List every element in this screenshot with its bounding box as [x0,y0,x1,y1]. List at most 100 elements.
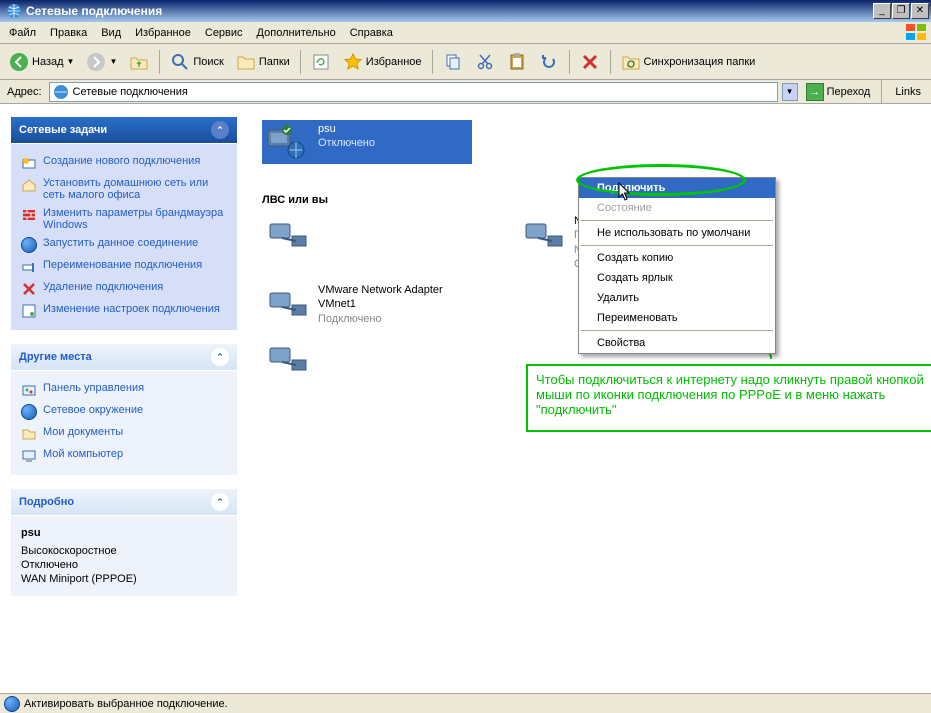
link-network-places[interactable]: Сетевое окружение [21,401,227,423]
computer-icon [21,448,37,464]
ctx-properties[interactable]: Свойства [579,333,775,353]
addressbar: Адрес: Сетевые подключения ▼ → Переход L… [0,80,931,104]
up-button[interactable] [124,48,154,76]
home-network-icon [21,177,37,193]
copy-button[interactable] [438,48,468,76]
menu-service[interactable]: Сервис [198,24,250,42]
windows-flag-icon [905,23,929,43]
menu-view[interactable]: Вид [94,24,128,42]
link-my-computer[interactable]: Мой компьютер [21,445,227,467]
minimize-button[interactable]: _ [873,3,891,19]
clipboard-icon [507,52,527,72]
folders-label: Папки [259,56,290,68]
details-device: WAN Miniport (PPPOE) [21,572,227,586]
lan-icon [264,214,312,254]
cut-button[interactable] [470,48,500,76]
paste-button[interactable] [502,48,532,76]
window-title: Сетевые подключения [26,4,872,18]
delete-button[interactable] [575,48,605,76]
conn-status: Отключено [318,136,375,150]
go-button[interactable]: → Переход [802,82,875,102]
undo-button[interactable] [534,48,564,76]
status-text: Активировать выбранное подключение. [24,698,228,710]
go-label: Переход [827,86,871,98]
ctx-delete[interactable]: Удалить [579,288,775,308]
collapse-icon[interactable]: ⌃ [211,121,229,139]
menu-help[interactable]: Справка [343,24,400,42]
details-status: Отключено [21,558,227,572]
links-label[interactable]: Links [889,86,927,98]
task-delete[interactable]: Удаление подключения [21,278,227,300]
menu-edit[interactable]: Правка [43,24,94,42]
scissors-icon [475,52,495,72]
address-label: Адрес: [4,86,45,98]
menu-advanced[interactable]: Дополнительно [250,24,343,42]
connection-lan-hidden2[interactable] [262,336,310,380]
toolbar: Назад ▼ ▼ Поиск Папки Избранное Синхрони… [0,44,931,80]
ctx-nodefault[interactable]: Не использовать по умолчани [579,223,775,243]
statusbar: Активировать выбранное подключение. [0,693,931,713]
close-button[interactable]: ✕ [911,3,929,19]
details-type: Высокоскоростное [21,544,227,558]
undo-icon [539,52,559,72]
network-icon [53,84,69,100]
search-label: Поиск [193,56,223,68]
x-icon [580,52,600,72]
folders-button[interactable]: Папки [231,48,295,76]
refresh-icon [311,52,331,72]
star-icon [343,52,363,72]
lan-icon [520,214,568,254]
link-control-panel[interactable]: Панель управления [21,379,227,401]
folder-up-icon [129,52,149,72]
panel-title: Подробно [19,496,74,508]
task-rename[interactable]: Переименование подключения [21,256,227,278]
forward-button[interactable]: ▼ [81,48,122,76]
task-firewall[interactable]: Изменить параметры брандмауэра Windows [21,204,227,234]
collapse-icon[interactable]: ⌃ [211,493,229,511]
sidebar: Сетевые задачи ⌃ Создание нового подключ… [0,104,248,693]
task-start-connection[interactable]: Запустить данное соединение [21,234,227,256]
copy-icon [443,52,463,72]
content-area: psu Отключено ЛВС или вы Nvidia Подключе… [248,104,931,693]
back-button[interactable]: Назад ▼ [4,48,79,76]
lan-icon [264,283,312,323]
link-my-documents[interactable]: Мои документы [21,423,227,445]
annotation-text: Чтобы подключиться к интернету надо клик… [526,364,931,432]
favorites-label: Избранное [366,56,422,68]
network-icon [6,3,22,19]
search-button[interactable]: Поиск [165,48,228,76]
panel-title: Другие места [19,351,92,363]
globe-icon [4,696,20,712]
sync-label: Синхронизация папки [644,56,756,68]
conn-name: VMware Network Adapter VMnet1 [318,283,470,312]
address-value: Сетевые подключения [73,86,188,98]
connection-lan-hidden1[interactable] [262,212,310,273]
address-input[interactable]: Сетевые подключения [49,82,778,102]
task-properties[interactable]: Изменение настроек подключения [21,300,227,322]
sync-button[interactable]: Синхронизация папки [616,48,761,76]
ctx-connect[interactable]: Подключить [579,178,775,198]
connection-vmware[interactable]: VMware Network Adapter VMnet1 Подключено [262,281,472,328]
panel-title: Сетевые задачи [19,124,107,136]
connection-psu[interactable]: psu Отключено [262,120,472,164]
maximize-button[interactable]: ❐ [892,3,910,19]
connection-icon [264,122,312,162]
favorites-button[interactable]: Избранное [338,48,427,76]
menu-file[interactable]: Файл [2,24,43,42]
panel-details: Подробно ⌃ psu Высокоскоростное Отключен… [10,488,238,597]
collapse-icon[interactable]: ⌃ [211,348,229,366]
task-new-connection[interactable]: Создание нового подключения [21,152,227,174]
properties-icon [21,303,37,319]
search-icon [170,52,190,72]
rename-icon [21,259,37,275]
conn-name: psu [318,122,375,136]
address-dropdown[interactable]: ▼ [782,83,798,101]
refresh-button[interactable] [306,48,336,76]
panel-network-tasks: Сетевые задачи ⌃ Создание нового подключ… [10,116,238,331]
ctx-copy[interactable]: Создать копию [579,248,775,268]
ctx-rename[interactable]: Переименовать [579,308,775,328]
go-icon: → [806,83,824,101]
ctx-shortcut[interactable]: Создать ярлык [579,268,775,288]
menu-favorites[interactable]: Избранное [128,24,198,42]
task-home-network[interactable]: Установить домашнюю сеть или сеть малого… [21,174,227,204]
